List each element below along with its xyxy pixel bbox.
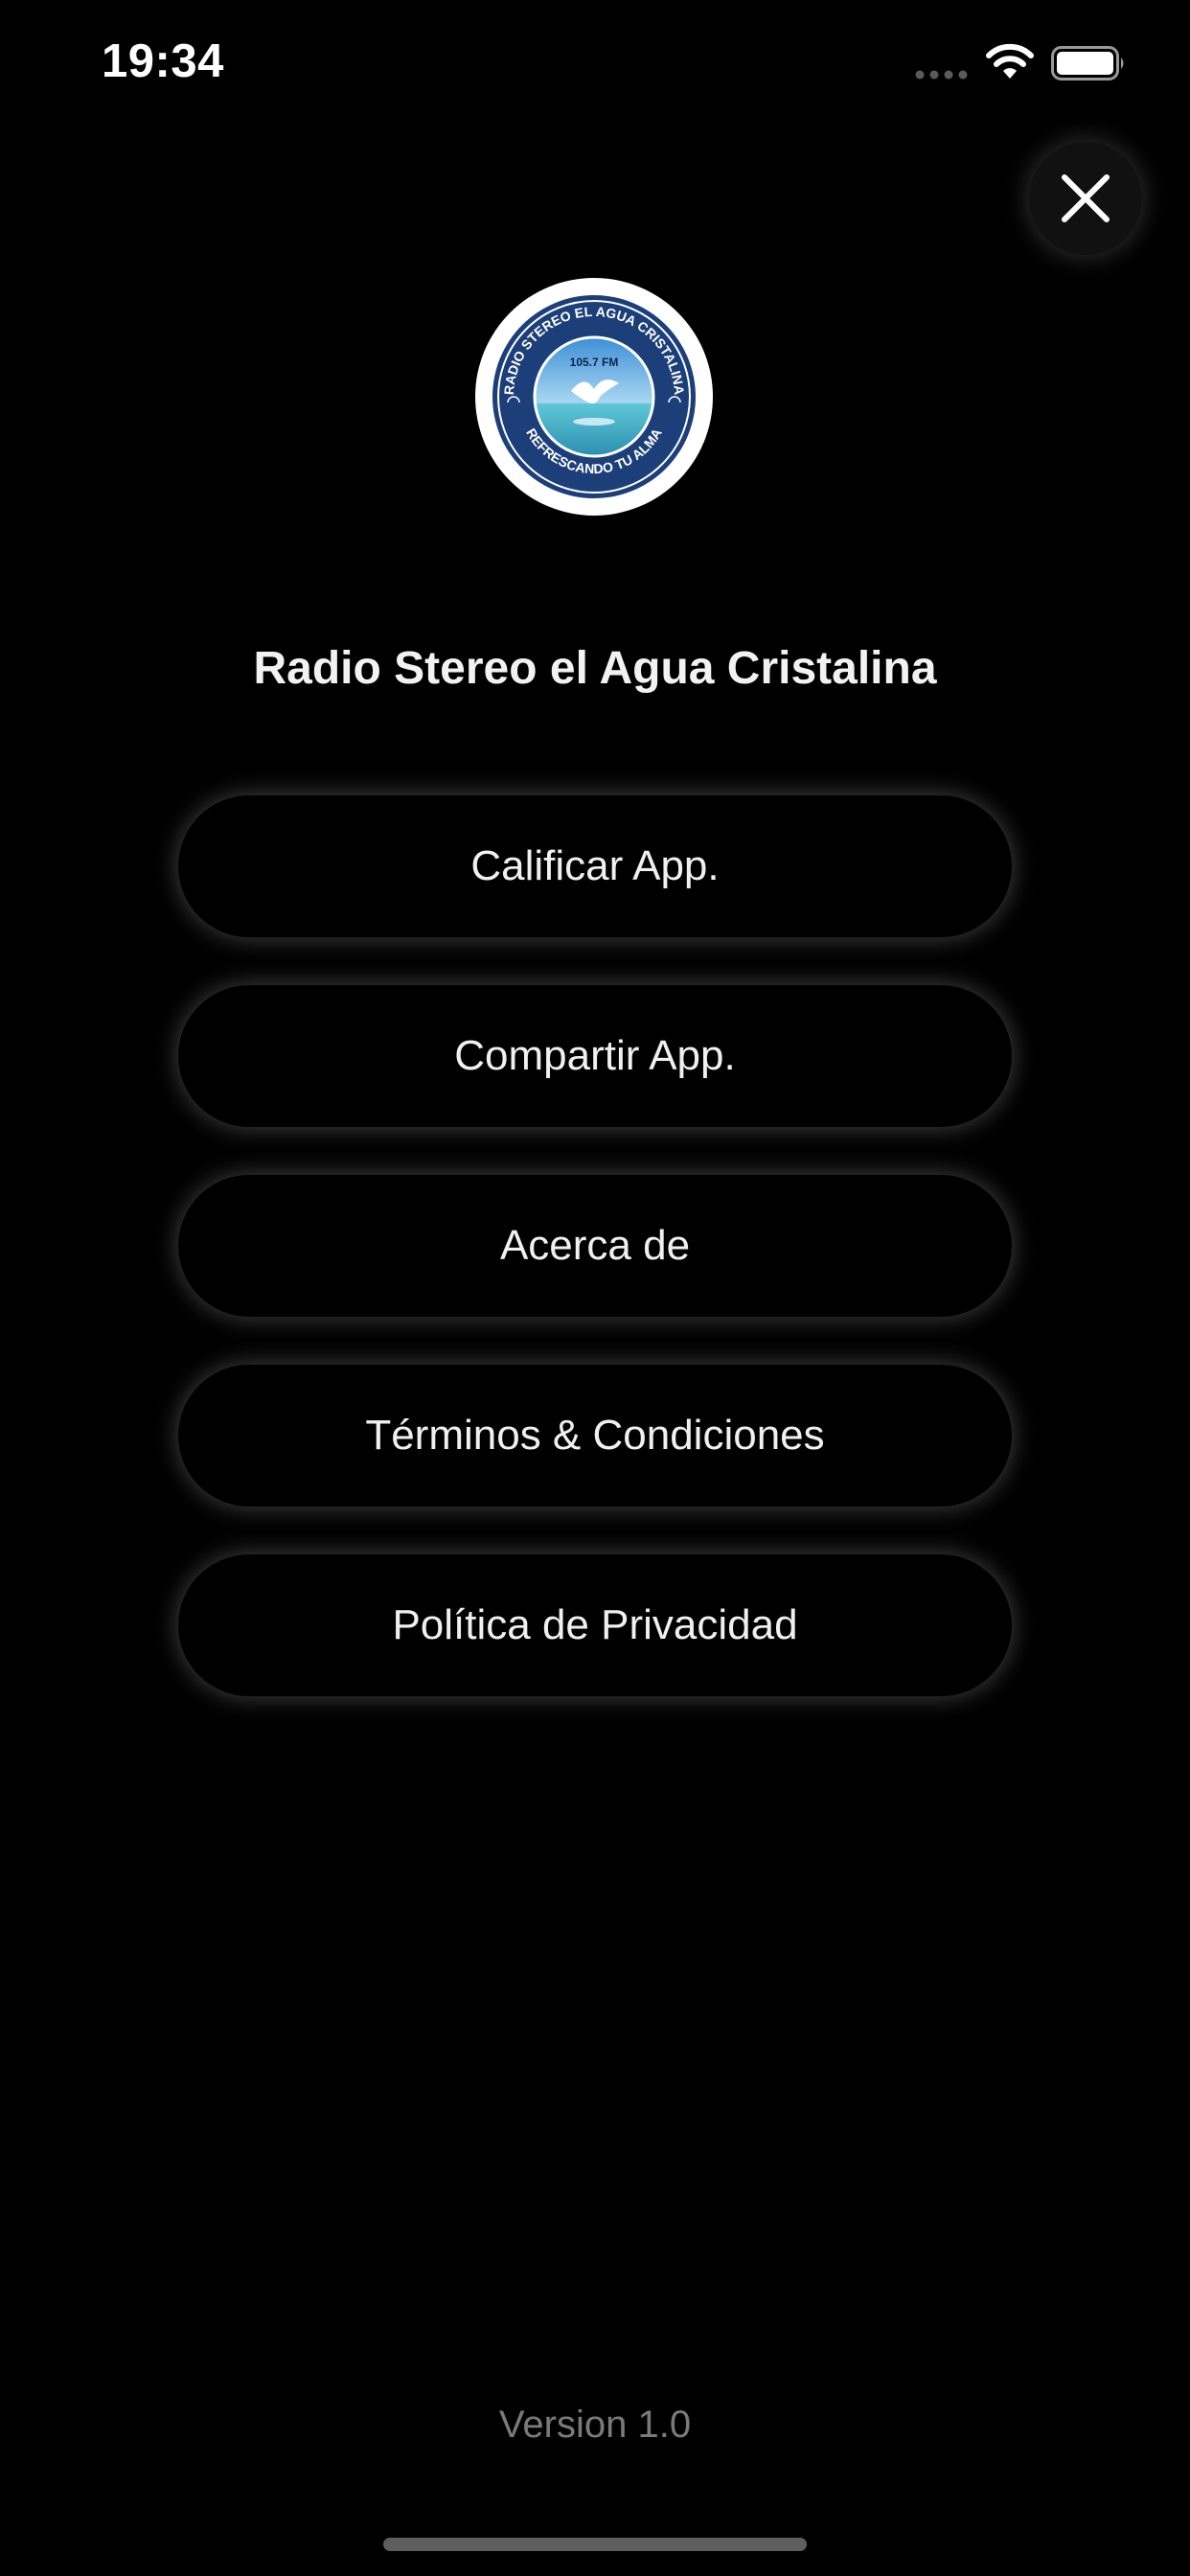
logo-frequency: 105.7 FM [570,356,619,369]
station-logo: RADIO STEREO EL AGUA CRISTALINA REFRESCA… [475,278,713,516]
terms-button[interactable]: Términos & Condiciones [178,1365,1012,1506]
version-label: Version 1.0 [498,2404,692,2446]
cellular-signal-icon [915,70,968,80]
wifi-icon [986,43,1034,79]
status-bar: 19:34 [0,0,1190,134]
menu-list: Calificar App. Compartir App. Acerca de … [178,795,1012,1744]
privacy-policy-button[interactable]: Política de Privacidad [178,1554,1012,1696]
home-indicator[interactable] [383,2538,807,2551]
station-logo-emblem: RADIO STEREO EL AGUA CRISTALINA REFRESCA… [492,295,696,498]
rate-app-button[interactable]: Calificar App. [178,795,1012,937]
share-app-button[interactable]: Compartir App. [178,985,1012,1127]
close-icon [1062,174,1110,222]
battery-icon [1051,46,1124,80]
app-title: Radio Stereo el Agua Cristalina [253,643,937,694]
status-time: 19:34 [102,35,224,87]
about-button[interactable]: Acerca de [178,1175,1012,1317]
close-button[interactable] [1029,142,1142,255]
